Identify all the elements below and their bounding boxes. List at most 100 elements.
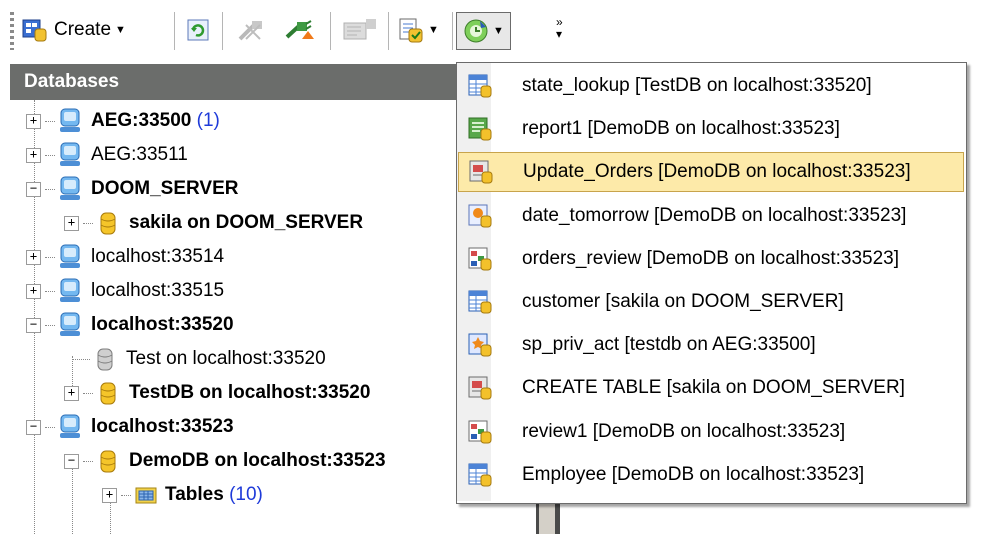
tree-node-tables[interactable]: + Tables (10) bbox=[102, 478, 263, 512]
menu-item[interactable]: review1 [DemoDB on localhost:33523] bbox=[458, 412, 964, 452]
chevron-down-icon: ▼ bbox=[493, 25, 504, 37]
tree-node-localhost-33515[interactable]: + localhost:33515 bbox=[26, 274, 224, 308]
toolbar-separator bbox=[222, 12, 226, 50]
expand-icon[interactable]: + bbox=[26, 283, 41, 299]
tree-node-label: TestDB on localhost:33520 bbox=[129, 382, 371, 403]
menu-item[interactable]: Employee [DemoDB on localhost:33523] bbox=[458, 455, 964, 495]
table-icon bbox=[468, 463, 492, 487]
properties-icon bbox=[342, 17, 380, 43]
tree-node-testdb[interactable]: + TestDB on localhost:33520 bbox=[64, 376, 370, 410]
tree-node-demodb[interactable]: − DemoDB on localhost:33523 bbox=[64, 444, 386, 478]
expand-icon[interactable]: + bbox=[26, 113, 41, 129]
tree-node-localhost-33514[interactable]: + localhost:33514 bbox=[26, 240, 224, 274]
create-object-icon bbox=[22, 17, 48, 43]
menu-item[interactable]: orders_review [DemoDB on localhost:33523… bbox=[458, 239, 964, 279]
tree-node-sakila[interactable]: + sakila on DOOM_SERVER bbox=[64, 206, 363, 240]
menu-item-label: sp_priv_act [testdb on AEG:33500] bbox=[522, 334, 816, 356]
toolbar-overflow-chevron[interactable]: » ▾ bbox=[556, 16, 563, 40]
tree-node-label: localhost:33515 bbox=[91, 280, 225, 301]
tree-node-label: Tables bbox=[165, 484, 224, 505]
query-builder-icon bbox=[468, 420, 492, 444]
menu-item-label: customer [sakila on DOOM_SERVER] bbox=[522, 291, 844, 312]
menu-item[interactable]: state_lookup [TestDB on localhost:33520] bbox=[458, 66, 964, 106]
collapse-icon[interactable]: − bbox=[26, 419, 41, 435]
toolbar-grip[interactable] bbox=[10, 12, 14, 50]
tree-connector bbox=[45, 426, 55, 428]
toolbar-separator bbox=[388, 12, 392, 50]
tree-node-aeg-33500[interactable]: + AEG:33500 (1) bbox=[26, 104, 220, 138]
sql-editor-icon bbox=[468, 376, 492, 400]
recent-objects-icon bbox=[463, 18, 489, 44]
toolbar: Create ▼ ▼ ▼ » ▾ bbox=[0, 0, 992, 62]
menu-item[interactable]: CREATE TABLE [sakila on DOOM_SERVER] bbox=[458, 368, 964, 408]
function-icon bbox=[468, 204, 492, 228]
databases-header-title: Databases bbox=[24, 71, 120, 92]
chevron-down-icon: ▼ bbox=[428, 24, 439, 36]
tree-node-aeg-33511[interactable]: + AEG:33511 bbox=[26, 138, 188, 172]
collapse-icon[interactable]: − bbox=[26, 181, 41, 197]
new-document-button[interactable]: ▼ bbox=[398, 12, 439, 48]
menu-item[interactable]: Update_Orders [DemoDB on localhost:33523… bbox=[458, 152, 964, 193]
connect-button[interactable] bbox=[284, 12, 318, 48]
tree-connector bbox=[45, 120, 55, 122]
disconnect-icon bbox=[236, 17, 270, 43]
menu-item[interactable]: report1 [DemoDB on localhost:33523] bbox=[458, 109, 964, 149]
server-icon bbox=[59, 278, 81, 304]
menu-item[interactable]: customer [sakila on DOOM_SERVER] bbox=[458, 282, 964, 322]
properties-button[interactable] bbox=[342, 12, 380, 48]
refresh-button[interactable] bbox=[186, 12, 212, 48]
tree-connector bbox=[83, 460, 93, 462]
expand-icon[interactable]: + bbox=[26, 249, 41, 265]
tree-node-label: localhost:33514 bbox=[91, 246, 225, 267]
connect-plug-icon bbox=[284, 17, 318, 43]
collapse-icon[interactable]: − bbox=[26, 317, 41, 333]
refresh-icon bbox=[186, 17, 212, 43]
tree-node-localhost-33523[interactable]: − localhost:33523 bbox=[26, 410, 234, 444]
menu-item-label: CREATE TABLE [sakila on DOOM_SERVER] bbox=[522, 377, 905, 399]
tree-node-doom-server[interactable]: − DOOM_SERVER bbox=[26, 172, 238, 206]
tree-connector bbox=[121, 494, 131, 496]
server-icon bbox=[59, 176, 81, 202]
server-icon bbox=[59, 414, 81, 440]
create-label: Create bbox=[54, 19, 112, 40]
tree-node-localhost-33520[interactable]: − localhost:33520 bbox=[26, 308, 234, 342]
tree-node-test-db[interactable]: Test on localhost:33520 bbox=[72, 342, 326, 376]
expand-icon[interactable]: + bbox=[64, 385, 79, 401]
menu-item-label: state_lookup [TestDB on localhost:33520] bbox=[522, 75, 872, 96]
table-icon bbox=[468, 74, 492, 98]
procedure-icon bbox=[468, 333, 492, 357]
menu-item[interactable]: date_tomorrow [DemoDB on localhost:33523… bbox=[458, 196, 964, 236]
tables-folder-icon bbox=[135, 482, 157, 508]
database-gray-icon bbox=[94, 346, 116, 372]
menu-item-label: report1 [DemoDB on localhost:33523] bbox=[522, 118, 840, 140]
tree-node-count: (10) bbox=[229, 484, 263, 505]
database-icon bbox=[97, 448, 119, 474]
tree-node-count: (1) bbox=[196, 110, 220, 131]
tree-connector bbox=[45, 154, 55, 156]
expand-icon[interactable]: + bbox=[26, 147, 41, 163]
menu-item-label: Update_Orders [DemoDB on localhost:33523… bbox=[523, 161, 911, 183]
expand-icon[interactable]: + bbox=[102, 487, 117, 503]
server-icon bbox=[59, 142, 81, 168]
create-button[interactable]: Create ▼ bbox=[22, 12, 126, 48]
menu-item-label: orders_review [DemoDB on localhost:33523… bbox=[522, 247, 900, 269]
recent-objects-button[interactable]: ▼ bbox=[456, 12, 511, 50]
tree-node-label: localhost:33523 bbox=[91, 416, 234, 437]
menu-item-label: Employee [DemoDB on localhost:33523] bbox=[522, 463, 865, 485]
collapse-icon[interactable]: − bbox=[64, 453, 79, 469]
disconnect-button[interactable] bbox=[236, 12, 270, 48]
menu-item[interactable]: sp_priv_act [testdb on AEG:33500] bbox=[458, 325, 964, 365]
tree-connector bbox=[83, 392, 93, 394]
tree-node-label: sakila on DOOM_SERVER bbox=[129, 212, 364, 233]
tree-node-label: DemoDB on localhost:33523 bbox=[129, 450, 386, 471]
menu-item-label: date_tomorrow [DemoDB on localhost:33523… bbox=[522, 204, 907, 226]
database-icon bbox=[97, 210, 119, 236]
query-builder-icon bbox=[468, 247, 492, 271]
sql-editor-icon bbox=[469, 160, 493, 184]
tree-connector bbox=[45, 324, 55, 326]
expand-icon[interactable]: + bbox=[64, 215, 79, 231]
tree-connector bbox=[45, 290, 55, 292]
tree-node-label: DOOM_SERVER bbox=[91, 178, 239, 199]
tree-node-label: AEG:33511 bbox=[91, 144, 188, 165]
toolbar-separator bbox=[330, 12, 334, 50]
